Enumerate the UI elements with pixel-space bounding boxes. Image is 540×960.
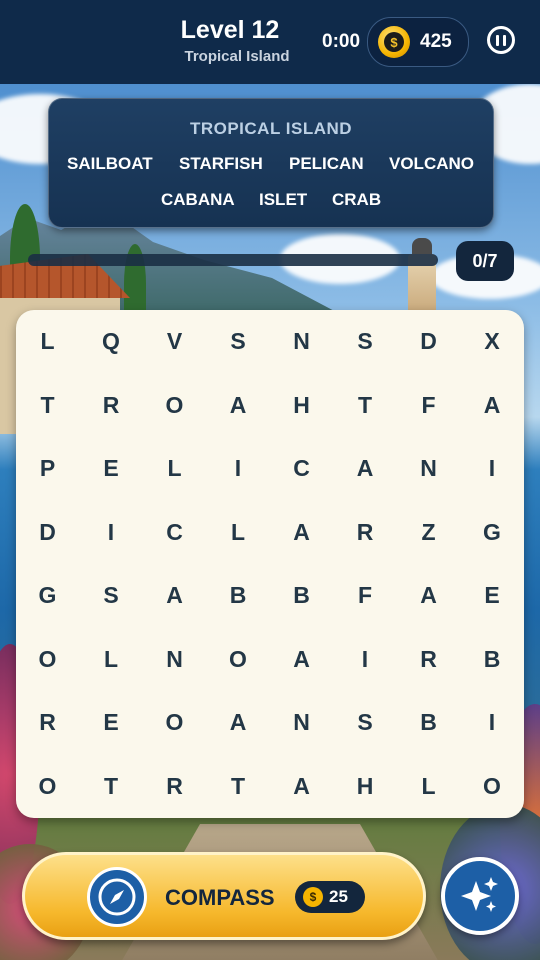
timer: 0:00 bbox=[322, 31, 361, 52]
level-subtitle: Tropical Island bbox=[184, 48, 290, 65]
magic-hint-button[interactable] bbox=[441, 857, 519, 935]
grid-cell[interactable]: A bbox=[462, 375, 522, 435]
grid-cell[interactable]: F bbox=[399, 375, 459, 435]
grid-cell[interactable]: Q bbox=[81, 312, 141, 372]
word-item: STARFISH bbox=[179, 154, 263, 173]
grid-cell[interactable]: R bbox=[18, 693, 78, 753]
grid-cell[interactable]: A bbox=[208, 693, 268, 753]
grid-cell[interactable]: A bbox=[272, 756, 332, 816]
letter-grid[interactable]: LQVSNSDXTROAHTFAPELICANIDICLARZGGSABBFAE… bbox=[16, 310, 524, 818]
grid-cell[interactable]: G bbox=[18, 566, 78, 626]
word-list-title: TROPICAL ISLAND bbox=[189, 119, 353, 138]
word-item: ISLET bbox=[259, 190, 308, 209]
grid-cell[interactable]: X bbox=[462, 312, 522, 372]
grid-cell[interactable]: H bbox=[335, 756, 395, 816]
level-title: Level 12 bbox=[180, 16, 280, 44]
grid-cell[interactable]: A bbox=[272, 502, 332, 562]
grid-cell[interactable]: E bbox=[81, 693, 141, 753]
grid-cell[interactable]: L bbox=[399, 756, 459, 816]
grid-cell[interactable]: P bbox=[18, 439, 78, 499]
coin-count: 425 bbox=[420, 31, 452, 52]
grid-cell[interactable]: R bbox=[81, 375, 141, 435]
grid-cell[interactable]: D bbox=[18, 502, 78, 562]
grid-cell[interactable]: O bbox=[145, 375, 205, 435]
grid-cell[interactable]: O bbox=[208, 629, 268, 689]
grid-cell[interactable]: T bbox=[18, 375, 78, 435]
pause-button[interactable] bbox=[487, 26, 515, 54]
grid-cell[interactable]: F bbox=[335, 566, 395, 626]
coin-icon: $ bbox=[303, 887, 323, 907]
word-item: CABANA bbox=[161, 190, 235, 209]
grid-cell[interactable]: A bbox=[208, 375, 268, 435]
grid-cell[interactable]: N bbox=[272, 312, 332, 372]
grid-cell[interactable]: C bbox=[272, 439, 332, 499]
grid-cell[interactable]: Z bbox=[399, 502, 459, 562]
grid-cell[interactable]: I bbox=[81, 502, 141, 562]
compass-label: COMPASS bbox=[165, 885, 275, 910]
grid-cell[interactable]: B bbox=[462, 629, 522, 689]
grid-cell[interactable]: L bbox=[81, 629, 141, 689]
grid-cell[interactable]: B bbox=[208, 566, 268, 626]
grid-cell[interactable]: O bbox=[18, 756, 78, 816]
grid-cell[interactable]: I bbox=[462, 693, 522, 753]
grid-cell[interactable]: L bbox=[145, 439, 205, 499]
grid-cell[interactable]: I bbox=[208, 439, 268, 499]
word-item: SAILBOAT bbox=[67, 154, 153, 173]
grid-cell[interactable]: R bbox=[399, 629, 459, 689]
grid-cell[interactable]: S bbox=[335, 693, 395, 753]
top-bar: Level 12 Tropical Island 0:00 $ 425 bbox=[0, 0, 540, 84]
grid-cell[interactable]: T bbox=[335, 375, 395, 435]
grid-cell[interactable]: S bbox=[208, 312, 268, 372]
grid-cell[interactable]: G bbox=[462, 502, 522, 562]
coin-balance[interactable]: $ 425 bbox=[367, 17, 469, 67]
word-item: CRAB bbox=[332, 190, 382, 209]
compass-icon bbox=[87, 867, 147, 927]
grid-cell[interactable]: T bbox=[208, 756, 268, 816]
grid-cell[interactable]: R bbox=[335, 502, 395, 562]
word-item: VOLCANO bbox=[389, 154, 474, 173]
grid-cell[interactable]: A bbox=[335, 439, 395, 499]
compass-cost: $ 25 bbox=[295, 881, 365, 913]
grid-cell[interactable]: D bbox=[399, 312, 459, 372]
sparkles-icon bbox=[461, 877, 498, 912]
grid-cell[interactable]: O bbox=[145, 693, 205, 753]
pause-icon bbox=[496, 34, 499, 46]
grid-cell[interactable]: A bbox=[272, 629, 332, 689]
pause-icon bbox=[503, 34, 506, 46]
grid-cell[interactable]: I bbox=[335, 629, 395, 689]
grid-cell[interactable]: R bbox=[145, 756, 205, 816]
grid-cell[interactable]: L bbox=[18, 312, 78, 372]
compass-button[interactable]: COMPASS $ 25 bbox=[22, 852, 426, 940]
grid-cell[interactable]: S bbox=[335, 312, 395, 372]
word-item: PELICAN bbox=[289, 154, 364, 173]
grid-cell[interactable]: B bbox=[399, 693, 459, 753]
grid-cell[interactable]: O bbox=[18, 629, 78, 689]
grid-cell[interactable]: T bbox=[81, 756, 141, 816]
grid-cell[interactable]: E bbox=[81, 439, 141, 499]
grid-cell[interactable]: E bbox=[462, 566, 522, 626]
grid-cell[interactable]: H bbox=[272, 375, 332, 435]
grid-cell[interactable]: N bbox=[145, 629, 205, 689]
progress-bar bbox=[28, 254, 438, 266]
word-list-panel: TROPICAL ISLAND SAILBOAT STARFISH PELICA… bbox=[48, 98, 494, 228]
grid-cell[interactable]: B bbox=[272, 566, 332, 626]
grid-cell[interactable]: N bbox=[272, 693, 332, 753]
grid-cell[interactable]: I bbox=[462, 439, 522, 499]
grid-cell[interactable]: N bbox=[399, 439, 459, 499]
grid-cell[interactable]: C bbox=[145, 502, 205, 562]
grid-cell[interactable]: S bbox=[81, 566, 141, 626]
progress-count: 0/7 bbox=[456, 241, 514, 281]
grid-cell[interactable]: A bbox=[399, 566, 459, 626]
compass-cost-value: 25 bbox=[329, 887, 348, 906]
grid-cell[interactable]: L bbox=[208, 502, 268, 562]
grid-cell[interactable]: A bbox=[145, 566, 205, 626]
coin-icon: $ bbox=[378, 26, 410, 58]
grid-cell[interactable]: V bbox=[145, 312, 205, 372]
grid-cell[interactable]: O bbox=[462, 756, 522, 816]
